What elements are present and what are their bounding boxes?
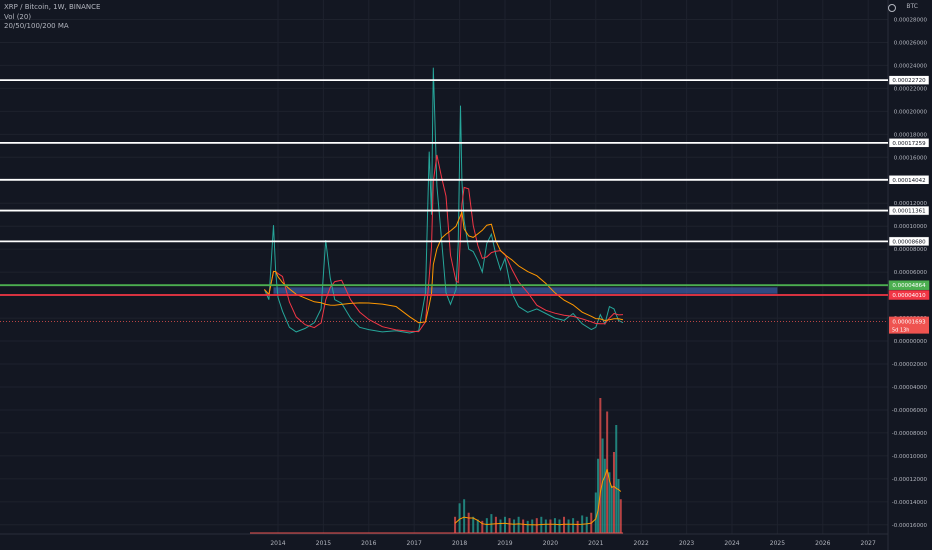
volume-bar bbox=[513, 519, 516, 533]
x-tick-label: 2024 bbox=[724, 540, 739, 547]
volume-bar bbox=[472, 516, 475, 533]
volume-bar bbox=[504, 516, 506, 533]
volume-bar bbox=[603, 458, 606, 533]
y-tick-label: 0.00026000 bbox=[894, 40, 928, 46]
volume-bar bbox=[544, 519, 547, 533]
level-price-label: 0.00004864 bbox=[892, 283, 926, 289]
x-tick-label: 2014 bbox=[270, 540, 285, 547]
x-tick-label: 2015 bbox=[316, 540, 331, 547]
y-tick-label: -0.00004000 bbox=[892, 385, 928, 391]
volume-bar bbox=[610, 485, 613, 533]
volume-bar bbox=[458, 503, 461, 533]
moving-average-short bbox=[264, 154, 624, 333]
volume-bar bbox=[599, 398, 602, 533]
volume-bar bbox=[531, 519, 534, 533]
x-tick-label: 2025 bbox=[770, 540, 785, 547]
level-price-label: 0.00014042 bbox=[892, 178, 925, 184]
y-tick-label: 0.00028000 bbox=[894, 17, 928, 23]
y-tick-label: 0.00018000 bbox=[894, 132, 928, 138]
x-tick-label: 2018 bbox=[452, 540, 467, 547]
volume-bar bbox=[485, 518, 488, 533]
level-price-label: 0.00022720 bbox=[892, 78, 926, 84]
volume-indicator-label[interactable]: Vol (20) bbox=[4, 13, 31, 21]
price-chart[interactable]: 2014 2015 2016 2017 2018 2019 2020 2021 2022 2023… bbox=[0, 0, 932, 550]
level-price-label: 0.00011361 bbox=[892, 209, 925, 215]
x-tick-label: 2020 bbox=[543, 540, 558, 547]
level-price-label: 0.00017259 bbox=[892, 141, 926, 147]
x-tick-label: 2016 bbox=[361, 540, 376, 547]
volume-bar bbox=[597, 458, 600, 533]
volume-bar bbox=[619, 499, 622, 533]
y-tick-label: 0.00010000 bbox=[894, 224, 928, 230]
volume-bar bbox=[594, 492, 597, 533]
volume-bar bbox=[463, 499, 466, 533]
symbol-title[interactable]: XRP / Bitcoin, 1W, BINANCE bbox=[4, 3, 100, 11]
y-tick-label: -0.00008000 bbox=[892, 431, 928, 437]
x-tick-label: 2019 bbox=[497, 540, 512, 547]
volume-bar bbox=[454, 516, 457, 533]
current-price-label: 0.00001693 bbox=[892, 320, 926, 326]
y-tick-label: 0.00022000 bbox=[894, 86, 928, 92]
x-tick-label: 2017 bbox=[407, 540, 422, 547]
volume-bar bbox=[567, 519, 570, 533]
x-tick-label: 2022 bbox=[634, 540, 649, 547]
y-tick-label: 0.00020000 bbox=[894, 109, 928, 115]
y-tick-label: 0.00016000 bbox=[894, 155, 928, 161]
y-tick-label: 0.00008000 bbox=[894, 247, 928, 253]
volume-bar bbox=[526, 520, 529, 533]
volume-bar bbox=[615, 425, 618, 533]
ma-indicator-label[interactable]: 20/50/100/200 MA bbox=[4, 22, 69, 30]
chart-screen: 2014 2015 2016 2017 2018 2019 2020 2021 2022 2023… bbox=[0, 0, 932, 550]
level-price-label: 0.00008680 bbox=[892, 239, 926, 245]
volume-bar bbox=[585, 516, 588, 533]
y-tick-label: -0.00016000 bbox=[892, 523, 928, 529]
y-tick-label: -0.00006000 bbox=[892, 408, 928, 414]
x-tick-label: 2023 bbox=[679, 540, 694, 547]
y-tick-label: 0.00024000 bbox=[894, 63, 928, 69]
volume-bar bbox=[563, 516, 566, 533]
level-price-label: 0.00004010 bbox=[892, 293, 926, 299]
x-tick-label: 2021 bbox=[588, 540, 603, 547]
volume-bar bbox=[494, 516, 497, 533]
volume-bar bbox=[535, 518, 538, 533]
x-tick-label: 2026 bbox=[815, 540, 830, 547]
volume-bar bbox=[558, 519, 561, 533]
axis-unit-label: BTC bbox=[906, 3, 918, 10]
y-tick-label: 0.00000000 bbox=[894, 339, 928, 345]
y-tick-label: -0.00012000 bbox=[892, 477, 928, 483]
y-tick-label: -0.00014000 bbox=[892, 500, 928, 506]
volume-bar bbox=[499, 519, 502, 533]
volume-bar bbox=[508, 518, 511, 533]
volume-bar bbox=[517, 516, 520, 533]
y-tick-label: -0.00010000 bbox=[892, 454, 928, 460]
volume-bar bbox=[553, 518, 556, 533]
volume-bar bbox=[549, 519, 552, 533]
volume-bar bbox=[572, 518, 575, 533]
y-tick-label: 0.00006000 bbox=[894, 270, 928, 276]
volume-bar bbox=[467, 512, 470, 533]
volume-bar bbox=[576, 520, 579, 533]
volume-bar bbox=[612, 452, 615, 533]
x-tick-label: 2027 bbox=[861, 540, 876, 547]
volume-bar bbox=[476, 519, 479, 533]
settings-icon[interactable] bbox=[888, 4, 896, 12]
volume-bar bbox=[522, 519, 525, 533]
bar-countdown-label: 5d 13h bbox=[892, 328, 909, 334]
y-tick-label: -0.00002000 bbox=[892, 362, 928, 368]
volume-bar bbox=[617, 479, 620, 533]
